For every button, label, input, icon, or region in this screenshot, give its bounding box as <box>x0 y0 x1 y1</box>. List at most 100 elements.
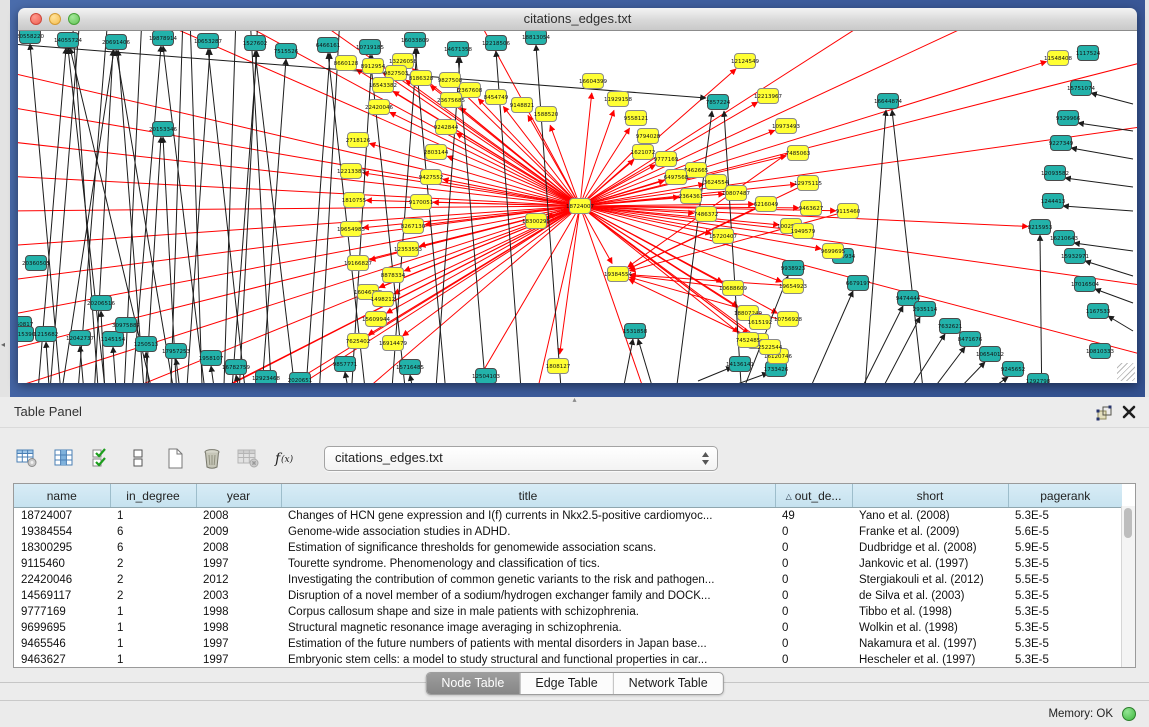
network-node-y[interactable]: 10688609 <box>719 281 747 296</box>
network-node-t[interactable]: 2935114 <box>913 302 938 317</box>
network-node-y[interactable]: 12124549 <box>731 54 759 69</box>
network-node-t[interactable]: 10719185 <box>356 40 384 55</box>
table-row[interactable]: 1830029562008Estimation of significance … <box>14 540 1122 556</box>
network-node-t[interactable]: 16210643 <box>1050 231 1078 246</box>
network-node-t[interactable]: 10810333 <box>1086 344 1114 359</box>
column-header-pagerank[interactable]: pagerank <box>1008 484 1122 508</box>
delete-table-button[interactable] <box>199 444 225 472</box>
function-builder-button[interactable]: f(x) <box>273 444 299 472</box>
network-node-t[interactable]: 30975887 <box>112 318 140 333</box>
network-node-t[interactable]: 12504103 <box>472 369 500 384</box>
column-header-year[interactable]: year <box>196 484 281 508</box>
network-node-t[interactable]: 9329966 <box>1056 111 1081 126</box>
network-node-y[interactable]: 9827508 <box>438 73 463 88</box>
network-node-t[interactable]: 1145154 <box>101 332 126 347</box>
network-node-t[interactable]: 1244413 <box>1041 194 1066 209</box>
network-node-y[interactable]: 9148821 <box>510 98 535 113</box>
network-node-y[interactable]: 15720407 <box>709 229 737 244</box>
close-panel-icon[interactable] <box>1121 404 1137 420</box>
network-node-y[interactable]: 8878334 <box>381 268 406 283</box>
network-node-y[interactable]: 9170051 <box>409 195 434 210</box>
network-node-t[interactable]: 12923468 <box>252 371 280 384</box>
network-node-y[interactable]: 8267130 <box>401 219 426 234</box>
table-row[interactable]: 946362711997Embryonic stem cells: a mode… <box>14 652 1122 668</box>
table-scrollbar-thumb[interactable] <box>1124 508 1132 538</box>
network-node-t[interactable]: 15716485 <box>396 360 424 375</box>
table-row[interactable]: 1456911722003Disruption of a novel membe… <box>14 588 1122 604</box>
network-node-y[interactable]: 1615192 <box>748 315 773 330</box>
network-node-y[interactable]: 9463627 <box>799 201 824 216</box>
network-node-y[interactable]: 9427552 <box>419 170 444 185</box>
table-row[interactable]: 946554611997Estimation of the future num… <box>14 636 1122 652</box>
tab-node-table[interactable]: Node Table <box>426 673 520 694</box>
network-node-y[interactable]: 2718126 <box>346 133 371 148</box>
network-node-y[interactable]: 1621072 <box>631 145 656 160</box>
network-node-y[interactable]: 1498212 <box>371 292 396 307</box>
network-node-t[interactable]: 16782759 <box>222 360 250 375</box>
network-node-t[interactable]: 6466161 <box>316 38 341 53</box>
node-attribute-table[interactable]: namein_degreeyeartitle△out_de...shortpag… <box>13 483 1136 668</box>
network-node-y[interactable]: 7625402 <box>346 334 371 349</box>
float-window-icon[interactable] <box>1095 404 1113 422</box>
network-graph[interactable]: 2055822014055724206914061987891410653287… <box>18 31 1137 383</box>
network-node-t[interactable]: 9857771 <box>333 357 358 372</box>
network-window[interactable]: citations_edges.txt 20558220140557242069… <box>18 8 1137 383</box>
table-row[interactable]: 1872400712008Changes of HCN gene express… <box>14 508 1122 525</box>
memory-status-indicator[interactable] <box>1122 707 1136 721</box>
network-node-y[interactable]: 11548408 <box>1044 51 1072 66</box>
network-node-y[interactable]: 3624554 <box>704 175 729 190</box>
network-node-y[interactable]: 16604399 <box>579 74 607 89</box>
network-node-t[interactable]: 16033809 <box>401 33 429 48</box>
network-node-t[interactable]: 2020651 <box>288 373 313 384</box>
network-node-y[interactable]: 19166827 <box>344 256 372 271</box>
show-columns-button[interactable] <box>51 444 77 472</box>
column-header-short[interactable]: short <box>852 484 1008 508</box>
network-node-t[interactable]: 1167533 <box>1086 304 1111 319</box>
network-node-t[interactable]: 14055724 <box>54 33 82 48</box>
network-node-t[interactable]: 20153346 <box>149 122 177 137</box>
column-header-title[interactable]: title <box>281 484 775 508</box>
network-node-y[interactable]: 12975115 <box>794 176 822 191</box>
network-node-y[interactable]: 1810755 <box>342 193 367 208</box>
network-node-y[interactable]: 6497568 <box>664 170 689 185</box>
column-header-out_de[interactable]: △out_de... <box>775 484 852 508</box>
network-node-hub[interactable]: 18724007 <box>566 199 594 214</box>
table-scrollbar[interactable] <box>1121 506 1135 667</box>
select-rows-button[interactable] <box>88 444 114 472</box>
network-node-y[interactable]: 10973493 <box>772 119 800 134</box>
row-height-button[interactable] <box>125 444 151 472</box>
network-node-t[interactable]: 12218506 <box>482 36 510 51</box>
network-node-y[interactable]: 19654923 <box>779 279 807 294</box>
network-node-y[interactable]: 12353553 <box>394 242 422 257</box>
network-node-y[interactable]: 1808127 <box>546 359 571 374</box>
network-node-t[interactable]: 7515526 <box>274 44 299 59</box>
network-node-y[interactable]: 8912954 <box>361 59 386 74</box>
network-node-t[interactable]: 1215682 <box>34 327 59 342</box>
network-node-t[interactable]: 1292798 <box>1026 374 1051 384</box>
network-node-y[interactable]: 22420046 <box>365 100 393 115</box>
tab-edge-table[interactable]: Edge Table <box>520 673 613 694</box>
network-node-y[interactable]: 8454749 <box>484 90 509 105</box>
column-header-name[interactable]: name <box>14 484 110 508</box>
network-node-y[interactable]: 15609944 <box>362 312 390 327</box>
network-node-t[interactable]: 15932971 <box>1061 249 1089 264</box>
network-node-t[interactable]: 7632621 <box>938 319 963 334</box>
table-row[interactable]: 2242004622012Investigating the contribut… <box>14 572 1122 588</box>
network-node-t[interactable]: 6679197 <box>846 276 871 291</box>
network-node-t[interactable]: 19878914 <box>149 31 177 46</box>
network-node-t[interactable]: 20206516 <box>87 296 115 311</box>
network-node-y[interactable]: 2364361 <box>679 189 704 204</box>
tab-network-table[interactable]: Network Table <box>614 673 723 694</box>
network-canvas[interactable]: 2055822014055724206914061987891410653287… <box>18 31 1137 383</box>
network-node-y[interactable]: 8660128 <box>334 56 359 71</box>
network-node-t[interactable]: 9938923 <box>781 261 806 276</box>
network-node-t[interactable]: 1527602 <box>243 36 268 51</box>
network-node-y[interactable]: 7485063 <box>786 146 811 161</box>
network-node-t[interactable]: 12093582 <box>1041 166 1069 181</box>
table-row[interactable]: 969969511998Structural magnetic resonanc… <box>14 620 1122 636</box>
network-node-y[interactable]: 19654985 <box>337 222 365 237</box>
network-node-t[interactable]: 8471676 <box>958 332 983 347</box>
network-window-titlebar[interactable]: citations_edges.txt <box>18 8 1137 31</box>
network-node-y[interactable]: 23675685 <box>437 93 465 108</box>
network-node-y[interactable]: 1949579 <box>791 224 816 239</box>
